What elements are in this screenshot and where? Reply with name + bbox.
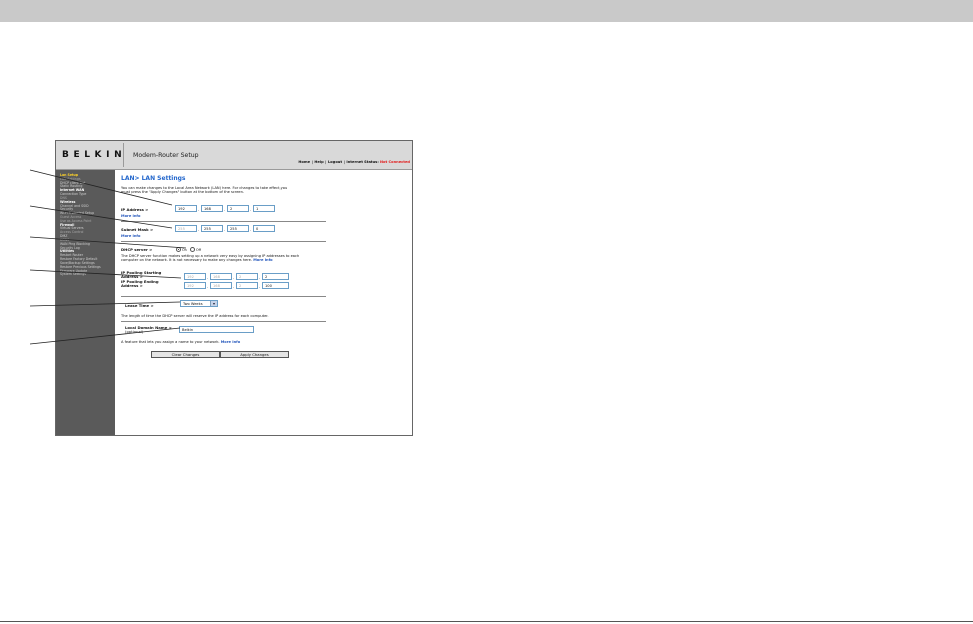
product-title: Modem-Router Setup (133, 152, 199, 159)
internet-status-label: Internet Status: (346, 160, 379, 164)
mask-octet-2[interactable]: 255 (201, 225, 223, 232)
pool-start-octet-4[interactable]: 2 (262, 273, 289, 280)
pool-end-octet-4[interactable]: 100 (262, 282, 289, 289)
ip-more-info-link[interactable]: More Info (121, 214, 140, 218)
dhcp-off-label: Off (196, 248, 202, 252)
dhcp-more-info-link[interactable]: More Info (253, 258, 272, 262)
dhcp-desc-line-2: computer on the network. It is not neces… (121, 258, 253, 263)
header-divider (123, 143, 124, 167)
lease-time-value: Two Weeks (183, 302, 203, 306)
lease-time-select[interactable]: Two Weeks ▾ (180, 300, 218, 307)
dhcp-on-radio[interactable] (176, 247, 181, 252)
domain-name-input[interactable]: Belkin (179, 326, 254, 333)
home-link[interactable]: Home (298, 160, 310, 164)
sidebar-item[interactable]: System Settings (60, 273, 86, 276)
lan-settings-panel: LAN> LAN Settings You can make changes t… (120, 170, 410, 435)
pool-end-label: IP Pooling Ending Address > (121, 279, 159, 289)
dhcp-off-radio[interactable] (190, 247, 195, 252)
apply-changes-button[interactable]: Apply Changes (220, 351, 289, 358)
router-header: BELKIN Modem-Router Setup Home | Help | Logo… (56, 141, 412, 170)
dhcp-description: The DHCP server function makes setting u… (121, 254, 406, 263)
mask-more-info-link[interactable]: More Info (121, 234, 140, 238)
chevron-down-icon: ▾ (210, 301, 217, 306)
clear-changes-button[interactable]: Clear Changes (151, 351, 220, 358)
pool-end-octet-2: 168 (210, 282, 232, 289)
ip-octet-3[interactable]: 2 (227, 205, 249, 212)
mask-octet-3[interactable]: 255 (227, 225, 249, 232)
footer-rule (0, 621, 973, 622)
lease-time-label: Lease Time > (125, 303, 154, 308)
mask-octet-1: 255 (175, 225, 197, 232)
section-divider (121, 221, 326, 222)
domain-name-label: Local Domain Name > (optional) (125, 325, 172, 335)
pool-start-octet-3: 2 (236, 273, 258, 280)
intro-text: You can make changes to the Local Area N… (121, 186, 406, 195)
domain-description: A feature that lets you assign a name to… (121, 340, 241, 344)
belkin-logo: BELKIN (62, 150, 127, 160)
dhcp-server-label: DHCP server > (121, 247, 153, 252)
page-title: LAN> LAN Settings (121, 175, 186, 182)
ip-octet-1[interactable]: 192 (175, 205, 197, 212)
section-divider (121, 296, 326, 297)
mask-octet-4[interactable]: 0 (253, 225, 275, 232)
dhcp-on-label: On (182, 248, 187, 252)
router-screenshot: BELKIN Modem-Router Setup Home | Help | Logo… (55, 140, 413, 436)
subnet-mask-label: Subnet Mask > (121, 227, 154, 232)
header-links: Home | Help | Logout | Internet Status: Not Co… (298, 160, 410, 164)
intro-line-2: must press the "Apply Changes" button at… (121, 190, 245, 195)
section-divider (121, 241, 326, 242)
pool-start-octet-2: 168 (210, 273, 232, 280)
help-link[interactable]: Help (314, 160, 323, 164)
ip-address-label: IP Address > (121, 207, 149, 212)
section-divider (121, 321, 326, 322)
ip-octet-2[interactable]: 168 (201, 205, 223, 212)
pool-start-octet-1: 192 (184, 273, 206, 280)
logout-link[interactable]: Logout (328, 160, 342, 164)
ip-octet-4[interactable]: 1 (253, 205, 275, 212)
pool-end-octet-3: 2 (236, 282, 258, 289)
top-header-bar (0, 0, 973, 22)
sidebar-nav: Lan Setup LAN Settings DHCP client List Sta… (56, 170, 115, 435)
pool-end-octet-1: 192 (184, 282, 206, 289)
lease-description: The length of time the DHCP server will … (121, 314, 269, 318)
internet-status-value: Not Connected (380, 160, 410, 164)
domain-more-info-link[interactable]: More Info (221, 340, 240, 344)
